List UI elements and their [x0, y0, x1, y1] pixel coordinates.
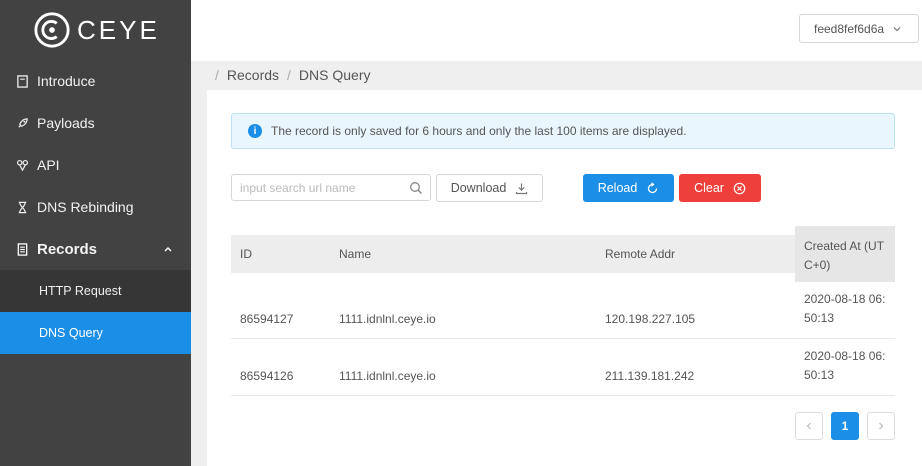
column-header-name[interactable]: Name — [339, 235, 371, 273]
sidebar-item-label: DNS Rebinding — [37, 199, 134, 215]
sidebar-item-label: Introduce — [37, 73, 96, 89]
api-icon — [15, 158, 29, 172]
cell-remote-addr: 211.139.181.242 — [605, 369, 695, 383]
hourglass-icon — [15, 200, 29, 214]
breadcrumb-item-dns-query: DNS Query — [298, 67, 371, 83]
account-name: feed8fef6d6a — [814, 21, 885, 36]
chevron-up-icon — [164, 247, 172, 252]
cell-name: 1111.idnlnl.ceye.io — [339, 312, 436, 326]
sidebar-subitem-dns-query[interactable]: DNS Query — [0, 312, 191, 354]
sidebar-subitem-http-request[interactable]: HTTP Request — [0, 270, 191, 312]
sidebar-item-introduce[interactable]: Introduce — [0, 60, 191, 102]
reload-button[interactable]: Reload — [583, 174, 674, 202]
sidebar-item-api[interactable]: API — [0, 144, 191, 186]
breadcrumb-item-records[interactable]: Records — [227, 67, 279, 83]
cell-created-line: 2020-08-18 06: — [804, 349, 886, 363]
cell-created-at: 2020-08-18 06: 50:13 — [804, 290, 885, 328]
alert-text: The record is only saved for 6 hours and… — [271, 124, 687, 138]
sidebar-subitem-label: DNS Query — [39, 326, 103, 340]
sidebar-item-records[interactable]: Records — [0, 228, 191, 270]
cell-created-line: 2020-08-18 06: — [804, 292, 886, 306]
rocket-icon — [15, 116, 29, 130]
chevron-right-icon — [879, 422, 884, 430]
pagination-prev-button[interactable] — [795, 412, 823, 440]
sidebar-item-label: Payloads — [37, 115, 95, 131]
cell-id: 86594126 — [240, 369, 294, 383]
logo[interactable]: CEYE — [0, 0, 191, 60]
cell-created-line: 50:13 — [804, 311, 835, 325]
pagination-page-1[interactable]: 1 — [831, 412, 859, 440]
info-alert: i The record is only saved for 6 hours a… — [231, 113, 895, 149]
cell-name: 1111.idnlnl.ceye.io — [339, 369, 436, 383]
table-row: 86594126 1111.idnlnl.ceye.io 211.139.181… — [231, 338, 895, 396]
search-input[interactable] — [232, 175, 397, 200]
column-header-id[interactable]: ID — [240, 235, 252, 273]
pagination-next-button[interactable] — [867, 412, 895, 440]
table-row: 86594127 1111.idnlnl.ceye.io 120.198.227… — [231, 281, 895, 339]
clear-button[interactable]: Clear — [679, 174, 761, 202]
sidebar: CEYE Introduce Payloads API DNS Rebindin… — [0, 0, 191, 466]
sidebar-item-label: Records — [37, 240, 98, 258]
reload-icon — [648, 181, 658, 193]
download-button[interactable]: Download — [436, 174, 543, 202]
chevron-left-icon — [806, 422, 811, 430]
logo-text: CEYE — [77, 14, 160, 45]
account-dropdown[interactable]: feed8fef6d6a — [799, 14, 919, 43]
search-icon[interactable] — [409, 181, 423, 195]
cell-created-line: 50:13 — [804, 368, 835, 382]
breadcrumb-separator: / — [215, 67, 219, 83]
cell-remote-addr: 120.198.227.105 — [605, 312, 696, 326]
sidebar-item-dns-rebinding[interactable]: DNS Rebinding — [0, 186, 191, 228]
chevron-down-icon — [893, 26, 901, 31]
download-label: Download — [450, 181, 507, 195]
ceye-logo-icon — [34, 12, 70, 48]
sidebar-item-label: API — [37, 157, 60, 173]
column-header-line: C+0) — [804, 258, 831, 272]
breadcrumb-separator: / — [287, 67, 291, 83]
close-circle-icon — [733, 182, 746, 194]
list-icon — [15, 242, 29, 256]
search-box — [231, 174, 431, 201]
clear-label: Clear — [694, 181, 724, 195]
sidebar-item-payloads[interactable]: Payloads — [0, 102, 191, 144]
column-header-created-at[interactable]: Created At (UT C+0) — [795, 226, 895, 282]
info-icon: i — [248, 124, 262, 138]
reload-label: Reload — [597, 181, 638, 195]
download-icon — [516, 183, 528, 194]
column-header-remote-addr[interactable]: Remote Addr — [605, 235, 675, 273]
breadcrumb: / Records / DNS Query — [215, 66, 371, 84]
cell-id: 86594127 — [240, 312, 294, 326]
sidebar-subitem-label: HTTP Request — [39, 284, 122, 298]
column-header-line: Created At (UT — [804, 239, 885, 253]
book-icon — [15, 74, 29, 88]
cell-created-at: 2020-08-18 06: 50:13 — [804, 347, 885, 385]
